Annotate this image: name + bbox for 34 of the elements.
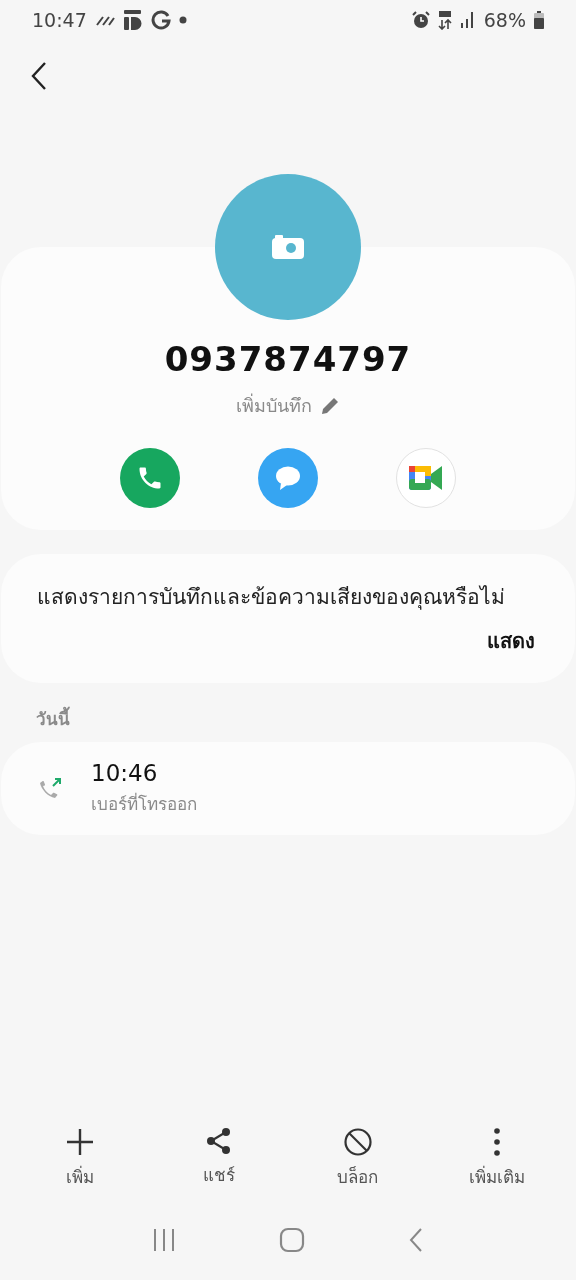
toolbar-button[interactable]: บล็อก bbox=[297, 1127, 418, 1190]
back-nav-button[interactable] bbox=[408, 1227, 425, 1253]
section-header: วันนี้ bbox=[0, 683, 576, 742]
camera-icon bbox=[272, 235, 304, 259]
voicemail-prompt: แสดงรายการบันทึกและข้อความเสียงของคุณหรือไม่ bbox=[36, 584, 506, 612]
home-button[interactable] bbox=[279, 1227, 305, 1253]
toolbar-button[interactable]: เพิ่มเติม bbox=[436, 1127, 557, 1190]
outgoing-call-icon bbox=[39, 776, 63, 801]
call-type: เบอร์ที่โทรออก bbox=[91, 791, 197, 816]
call-time: 10:46 bbox=[91, 760, 159, 786]
g-letter-icon bbox=[150, 10, 171, 30]
signal-strength-icon bbox=[94, 14, 115, 26]
plus-icon bbox=[64, 1127, 95, 1157]
phone-number: 0937874797 bbox=[163, 339, 413, 379]
more-icon bbox=[492, 1127, 501, 1157]
show-button[interactable]: แสดง bbox=[485, 623, 537, 659]
message-button[interactable] bbox=[258, 448, 318, 508]
status-time: 10:47 bbox=[32, 9, 87, 31]
dot-icon bbox=[178, 16, 187, 24]
call-button[interactable] bbox=[120, 448, 180, 508]
block-icon bbox=[342, 1127, 373, 1157]
signal-bars-icon bbox=[459, 11, 476, 29]
battery-icon bbox=[534, 11, 544, 29]
network-arrows-icon bbox=[437, 10, 452, 30]
battery-percentage: 68% bbox=[483, 9, 526, 31]
alarm-icon bbox=[411, 11, 430, 29]
pencil-icon bbox=[320, 395, 340, 416]
toolbar-button[interactable]: เพิ่ม bbox=[19, 1127, 140, 1190]
recent-apps-button[interactable] bbox=[151, 1228, 176, 1252]
toolbar-button[interactable]: แชร์ bbox=[158, 1127, 279, 1190]
share-icon bbox=[205, 1127, 232, 1155]
back-button[interactable] bbox=[30, 61, 48, 91]
call-log-entry[interactable]: 10:46 เบอร์ที่โทรออก bbox=[1, 742, 575, 835]
carrier-icon bbox=[122, 9, 143, 31]
